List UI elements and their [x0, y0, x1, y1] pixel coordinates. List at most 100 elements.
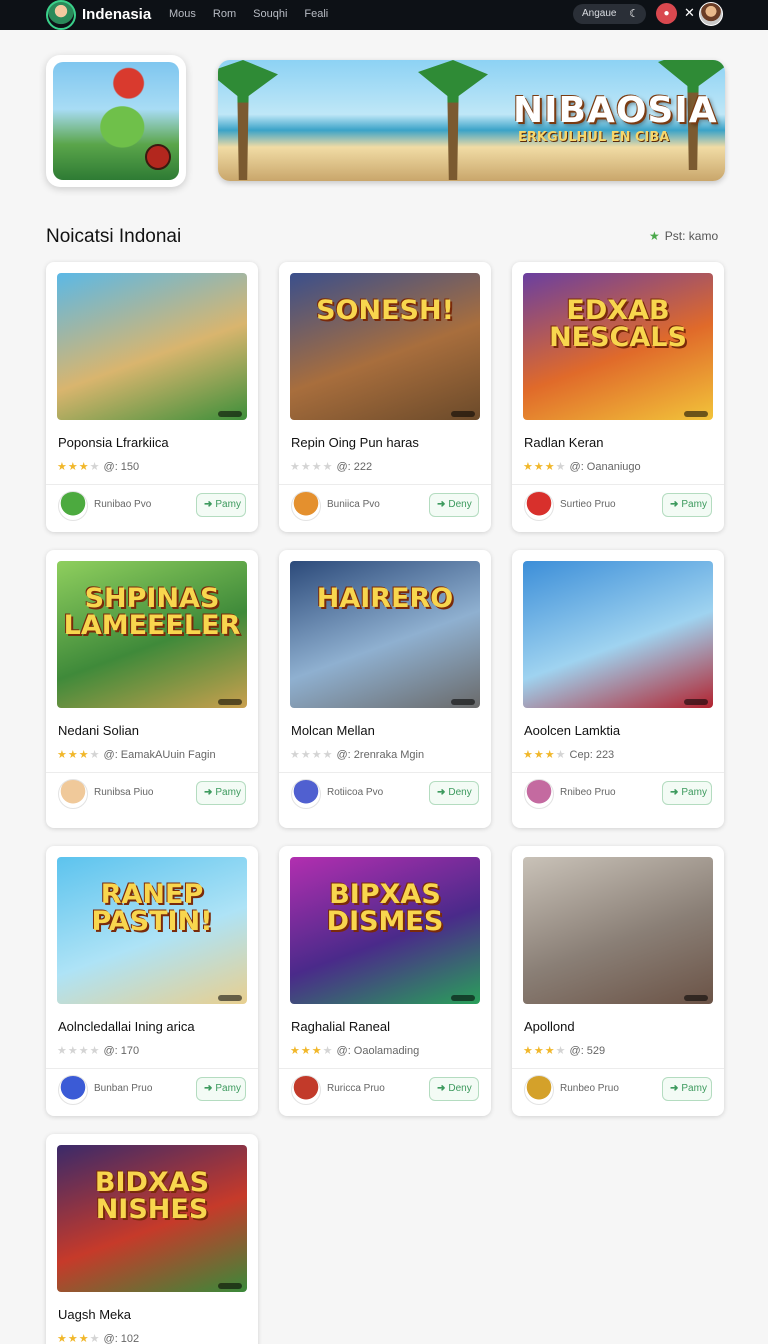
- rating-stars-empty: ★: [555, 461, 567, 473]
- section-filter-label: Pst: kamo: [664, 229, 719, 243]
- play-button[interactable]: ➜ Pamy: [196, 781, 246, 805]
- rating-stars: ★★★: [290, 1045, 323, 1057]
- publisher-avatar[interactable]: [291, 779, 321, 809]
- publisher-name[interactable]: Runbeo Pruo: [560, 1083, 619, 1094]
- game-card[interactable]: SHPINAS LAMEEELER Nedani Solian ★★★★ @: Ea…: [46, 550, 258, 828]
- play-button[interactable]: ➜ Deny: [429, 781, 479, 805]
- publisher-name[interactable]: Surtieo Pruo: [560, 499, 616, 510]
- play-button[interactable]: ➜ Pamy: [196, 493, 246, 517]
- game-title[interactable]: Raghalial Raneal: [291, 1019, 390, 1034]
- publisher-name[interactable]: Buniica Pvo: [327, 499, 380, 510]
- play-button[interactable]: ➜ Deny: [429, 493, 479, 517]
- publisher-avatar[interactable]: [58, 1075, 88, 1105]
- rating-stars-empty: ★: [89, 461, 101, 473]
- thumbnail-badge: [451, 411, 475, 417]
- play-arrow-icon: ➜: [670, 1083, 679, 1094]
- publisher-avatar[interactable]: [58, 779, 88, 809]
- game-thumbnail: SHPINAS LAMEEELER: [57, 561, 247, 708]
- play-button-label: Pamy: [215, 1083, 241, 1094]
- game-title[interactable]: Aolncledallai Ining arica: [58, 1019, 195, 1034]
- rating-stars: ★★★: [57, 1333, 90, 1344]
- card-divider: [46, 1068, 258, 1069]
- game-card[interactable]: HAIRERO Molcan Mellan ★★★★ @: 2renraka Mgi…: [279, 550, 491, 828]
- nav-link-3[interactable]: Souqhi: [253, 8, 287, 20]
- hero-subtitle: ERKGULHUL EN CIBA: [518, 130, 670, 145]
- publisher-avatar[interactable]: [291, 1075, 321, 1105]
- nav-link-1[interactable]: Mous: [169, 8, 196, 20]
- publisher-name[interactable]: Runibsa Piuo: [94, 787, 153, 798]
- card-divider: [46, 772, 258, 773]
- play-button[interactable]: ➜ Pamy: [196, 1077, 246, 1101]
- game-meta: ★★★★ @: 170: [57, 1044, 139, 1057]
- game-title[interactable]: Apollond: [524, 1019, 575, 1034]
- play-button[interactable]: ➜ Pamy: [662, 493, 712, 517]
- play-button[interactable]: ➜ Deny: [429, 1077, 479, 1101]
- game-card[interactable]: SONESH! Repin Oing Pun haras ★★★★ @: 222 Bu…: [279, 262, 491, 532]
- publisher-avatar[interactable]: [524, 1075, 554, 1105]
- publisher-name[interactable]: Runibao Pvo: [94, 499, 151, 510]
- publisher-avatar[interactable]: [291, 491, 321, 521]
- hero-banner[interactable]: NIBAOSIA ERKGULHUL EN CIBA: [218, 60, 725, 181]
- game-meta-text: @: Oananiugo: [569, 461, 641, 473]
- nav-link-2[interactable]: Rom: [213, 8, 236, 20]
- game-card[interactable]: BIPXAS DISMES Raghalial Raneal ★★★★ @: Oao…: [279, 846, 491, 1116]
- thumbnail-badge: [218, 995, 242, 1001]
- game-thumbnail: SONESH!: [290, 273, 480, 420]
- close-icon[interactable]: ✕: [684, 5, 695, 21]
- thumbnail-badge: [451, 699, 475, 705]
- publisher-avatar[interactable]: [524, 491, 554, 521]
- game-card[interactable]: Apollond ★★★★ @: 529 Runbeo Pruo ➜ Pamy: [512, 846, 724, 1116]
- game-thumbnail-title: HAIRERO: [316, 583, 454, 614]
- thumbnail-badge: [684, 995, 708, 1001]
- game-meta: ★★★★ @: Oananiugo: [523, 460, 641, 473]
- game-meta: ★★★★ @: Oaolamading: [290, 1044, 419, 1057]
- language-select[interactable]: Angaue ☾: [573, 4, 646, 24]
- game-meta-text: @: 529: [569, 1045, 606, 1057]
- bell-icon[interactable]: ●: [656, 3, 677, 24]
- publisher-name[interactable]: Rotiicoa Pvo: [327, 787, 383, 798]
- publisher-avatar[interactable]: [524, 779, 554, 809]
- game-title[interactable]: Poponsia Lfrarkiica: [58, 435, 169, 450]
- game-thumbnail-title: SONESH!: [316, 295, 454, 326]
- play-arrow-icon: ➜: [437, 499, 446, 510]
- game-thumbnail-title: BIPXAS DISMES: [326, 879, 444, 937]
- game-title[interactable]: Molcan Mellan: [291, 723, 375, 738]
- game-meta: ★★★★ @: 529: [523, 1044, 605, 1057]
- card-divider: [279, 484, 491, 485]
- rating-stars-empty: ★★★★: [57, 1045, 101, 1057]
- game-card[interactable]: RANEP PASTIN! Aolncledallai Ining arica ★★…: [46, 846, 258, 1116]
- game-title[interactable]: Repin Oing Pun haras: [291, 435, 419, 450]
- game-title[interactable]: Nedani Solian: [58, 723, 139, 738]
- rating-stars-empty: ★★★★: [290, 461, 334, 473]
- game-title[interactable]: Aoolcen Lamktia: [524, 723, 620, 738]
- nav-link-4[interactable]: Feali: [304, 8, 328, 20]
- publisher-avatar[interactable]: [58, 491, 88, 521]
- thumbnail-badge: [684, 699, 708, 705]
- game-card[interactable]: Aoolcen Lamktia ★★★★ Cep: 223 Rnibeo Pruo ➜…: [512, 550, 724, 828]
- hero-title: NIBAOSIA: [513, 90, 718, 131]
- thumbnail-badge: [218, 411, 242, 417]
- game-title[interactable]: Radlan Keran: [524, 435, 604, 450]
- play-button-label: Deny: [448, 787, 472, 798]
- publisher-name[interactable]: Bunban Pruo: [94, 1083, 152, 1094]
- play-button[interactable]: ➜ Pamy: [662, 781, 712, 805]
- publisher-name[interactable]: Ruricca Pruo: [327, 1083, 385, 1094]
- game-card[interactable]: EDXAB NESCALS Radlan Keran ★★★★ @: Oananiu…: [512, 262, 724, 532]
- hero-thumbnail-card[interactable]: [46, 55, 186, 187]
- moon-icon[interactable]: ☾: [629, 7, 639, 20]
- brand-name[interactable]: Indenasia: [82, 6, 151, 23]
- game-meta-text: @: EamakAUuin Fagin: [103, 749, 216, 761]
- play-arrow-icon: ➜: [437, 787, 446, 798]
- play-button[interactable]: ➜ Pamy: [662, 1077, 712, 1101]
- thumbnail-badge: [684, 411, 708, 417]
- game-thumbnail: EDXAB NESCALS: [523, 273, 713, 420]
- logo-icon[interactable]: [46, 0, 76, 30]
- card-divider: [512, 772, 724, 773]
- user-avatar[interactable]: [699, 2, 723, 26]
- game-title[interactable]: Uagsh Meka: [58, 1307, 131, 1322]
- section-filter[interactable]: ★ Pst: kamo: [649, 229, 718, 243]
- game-card[interactable]: Poponsia Lfrarkiica ★★★★ @: 150 Runibao Pv…: [46, 262, 258, 532]
- game-thumbnail: [523, 561, 713, 708]
- game-card[interactable]: BIDXAS NISHES Uagsh Meka ★★★★ @: 102: [46, 1134, 258, 1344]
- publisher-name[interactable]: Rnibeo Pruo: [560, 787, 616, 798]
